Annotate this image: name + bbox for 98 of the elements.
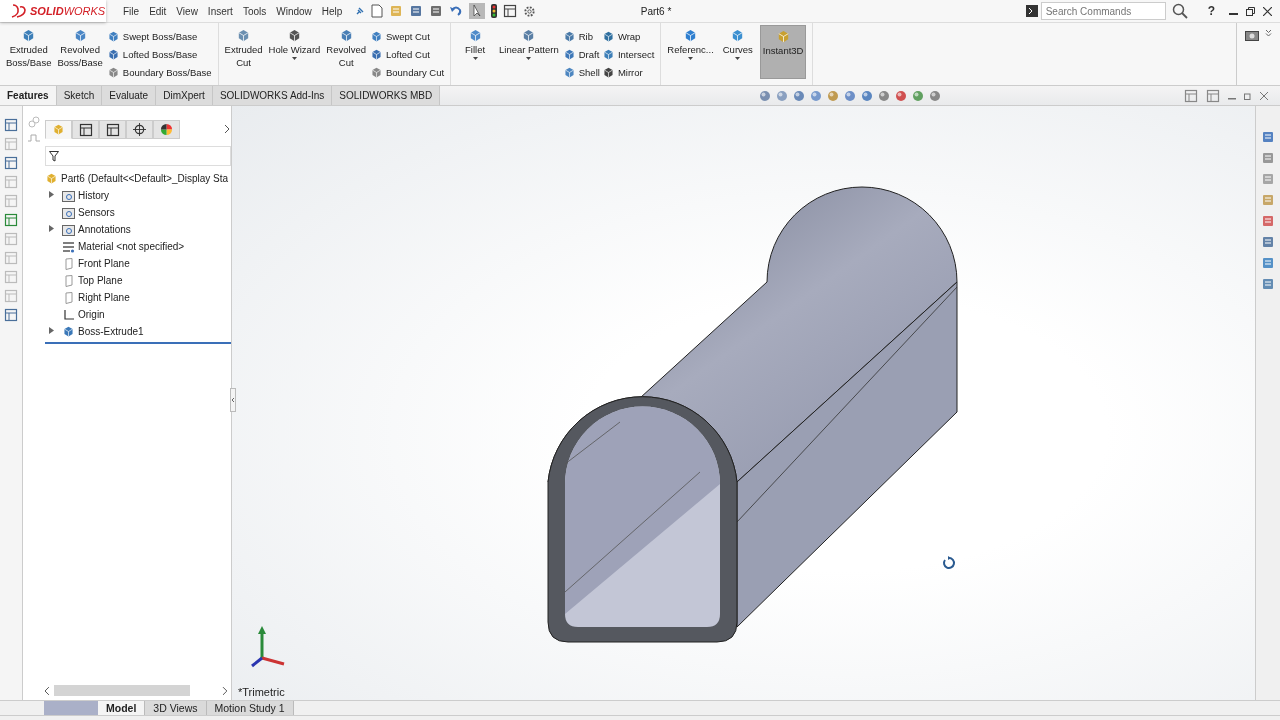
ribbon-command-button[interactable]: Referenc... bbox=[665, 25, 716, 79]
logo-mark-icon bbox=[10, 3, 28, 19]
filter-icon bbox=[49, 150, 59, 162]
ribbon-command[interactable]: Swept Boss/Base bbox=[106, 28, 212, 45]
panel-tab[interactable] bbox=[99, 120, 126, 139]
ribbon-command-button[interactable]: Fillet bbox=[455, 25, 496, 79]
ribbon-command[interactable]: Intersect bbox=[601, 46, 655, 63]
tree-item[interactable]: Boss-Extrude1 bbox=[45, 323, 231, 340]
ribbon-command[interactable]: Boundary Cut bbox=[369, 64, 445, 81]
table-icon[interactable] bbox=[4, 308, 18, 322]
chevron-right-icon[interactable] bbox=[224, 125, 230, 133]
tree-item[interactable]: Origin bbox=[45, 306, 231, 323]
ribbon-command-button[interactable]: Revolved Cut bbox=[324, 25, 368, 79]
ribbon-command[interactable]: Mirror bbox=[601, 64, 655, 81]
ribbon-command[interactable]: Wrap bbox=[601, 28, 655, 45]
ribbon-command[interactable]: Draft bbox=[562, 46, 600, 63]
table-icon[interactable] bbox=[4, 156, 18, 170]
menu-item[interactable]: Edit bbox=[144, 5, 172, 17]
settings-icon[interactable] bbox=[523, 4, 537, 18]
ribbon-command[interactable]: Shell bbox=[562, 64, 600, 81]
tree-item[interactable]: Sensors bbox=[45, 204, 231, 221]
panel-tab[interactable] bbox=[72, 120, 99, 139]
search-icon[interactable] bbox=[1171, 3, 1188, 19]
tree-item[interactable]: Right Plane bbox=[45, 289, 231, 306]
tree-item[interactable]: Material <not specified> bbox=[45, 238, 231, 255]
new-document-icon[interactable] bbox=[371, 4, 384, 18]
plane-icon bbox=[62, 257, 75, 270]
plane-icon bbox=[62, 274, 75, 287]
panel-tab[interactable] bbox=[126, 120, 153, 139]
menu-item[interactable]: Tools bbox=[237, 5, 272, 17]
menu-item[interactable]: Window bbox=[271, 5, 317, 17]
expand-arrow-icon[interactable] bbox=[49, 225, 54, 232]
window-title: Part6 * bbox=[639, 5, 673, 17]
material-icon bbox=[62, 240, 75, 253]
close-icon[interactable] bbox=[1263, 6, 1272, 16]
plane-icon bbox=[62, 291, 75, 304]
part-icon bbox=[52, 123, 65, 136]
origin-icon bbox=[62, 308, 75, 321]
color-wheel-icon bbox=[160, 123, 173, 136]
undo-icon[interactable] bbox=[449, 4, 464, 18]
ribbon-command-button[interactable]: Curves bbox=[717, 25, 758, 79]
tube-model-drawing[interactable] bbox=[547, 186, 958, 643]
command-tab[interactable]: Sketch bbox=[56, 86, 103, 105]
ribbon-command[interactable]: Boundary Boss/Base bbox=[106, 64, 212, 81]
ribbon-command-button[interactable]: Extruded Boss/Base bbox=[4, 25, 54, 79]
tree-item[interactable]: Annotations bbox=[45, 221, 231, 238]
panel-tab[interactable] bbox=[153, 120, 180, 139]
command-tab[interactable]: SOLIDWORKS MBD bbox=[332, 86, 441, 105]
tree-item[interactable]: History bbox=[45, 187, 231, 204]
ribbon-command-button[interactable]: Instant3D bbox=[759, 25, 807, 79]
menu-item[interactable]: Help bbox=[316, 5, 348, 17]
scrollbar-thumb[interactable] bbox=[53, 685, 191, 696]
command-tab[interactable]: Features bbox=[0, 86, 57, 105]
menu-item[interactable]: Insert bbox=[202, 5, 238, 17]
splitter-handle[interactable] bbox=[230, 388, 236, 412]
filter-field[interactable] bbox=[45, 146, 231, 166]
ribbon-command-button[interactable]: Hole Wizard bbox=[266, 25, 323, 79]
model-tab[interactable]: Motion Study 1 bbox=[206, 701, 294, 715]
model-tab[interactable]: 3D Views bbox=[145, 701, 207, 715]
menu-item[interactable]: View bbox=[171, 5, 203, 17]
rotate-cursor-icon bbox=[942, 556, 956, 570]
scroll-right-icon[interactable] bbox=[222, 686, 227, 695]
model-tab[interactable]: Model bbox=[98, 701, 146, 715]
command-tab[interactable]: Evaluate bbox=[102, 86, 157, 105]
expand-chevron-icon[interactable] bbox=[1265, 29, 1272, 37]
search-field[interactable]: Search Commands bbox=[1040, 2, 1166, 20]
ribbon-command[interactable]: Rib bbox=[562, 28, 600, 45]
logo-text: SOLIDWORKS bbox=[30, 5, 106, 17]
help-button[interactable]: ? bbox=[1207, 4, 1215, 18]
tree-item[interactable]: Front Plane bbox=[45, 255, 231, 272]
tree-root-item[interactable]: Part6 (Default<<Default>_Display Sta bbox=[45, 170, 231, 187]
view-name-label: *Trimetric bbox=[238, 686, 285, 698]
select-cursor-icon[interactable] bbox=[469, 3, 486, 19]
pin-icon[interactable] bbox=[355, 6, 366, 16]
table-icon[interactable] bbox=[4, 118, 18, 132]
restore-icon[interactable] bbox=[1246, 6, 1255, 16]
expand-arrow-icon[interactable] bbox=[49, 327, 54, 334]
property-list-icon bbox=[78, 122, 93, 137]
part-icon bbox=[45, 172, 58, 185]
crosshair-icon bbox=[133, 123, 146, 136]
ribbon-command[interactable]: Swept Cut bbox=[369, 28, 445, 45]
ribbon-command[interactable]: Lofted Cut bbox=[369, 46, 445, 63]
scroll-left-icon[interactable] bbox=[45, 686, 50, 695]
list-icon[interactable] bbox=[503, 4, 518, 18]
ribbon-command[interactable]: Lofted Boss/Base bbox=[106, 46, 212, 63]
ribbon-command-button[interactable]: Extruded Cut bbox=[222, 25, 265, 79]
table-icon[interactable] bbox=[4, 213, 18, 227]
configuration-icon bbox=[105, 122, 120, 137]
tree-item[interactable]: Top Plane bbox=[45, 272, 231, 289]
terminal-icon bbox=[1025, 5, 1038, 17]
ribbon-command-button[interactable]: Revolved Boss/Base bbox=[55, 25, 105, 79]
menu-item[interactable]: File bbox=[118, 5, 145, 17]
traffic-light-icon[interactable] bbox=[491, 4, 498, 18]
camera-icon[interactable] bbox=[1245, 29, 1259, 41]
command-tab[interactable]: SOLIDWORKS Add-Ins bbox=[212, 86, 333, 105]
ribbon-command-button[interactable]: Linear Pattern bbox=[497, 25, 561, 79]
command-tab[interactable]: DimXpert bbox=[156, 86, 213, 105]
expand-arrow-icon[interactable] bbox=[49, 191, 54, 198]
